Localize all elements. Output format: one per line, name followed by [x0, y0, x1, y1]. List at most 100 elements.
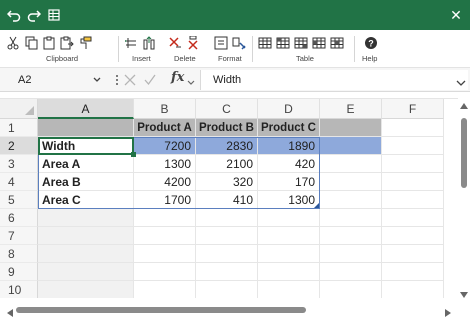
- cell-a4[interactable]: Area B: [38, 173, 134, 191]
- cell-b1[interactable]: Product A: [134, 119, 196, 137]
- paste-icon[interactable]: [42, 36, 56, 50]
- cell-f5[interactable]: [382, 191, 444, 209]
- cell-b9[interactable]: [134, 263, 196, 281]
- cut-icon[interactable]: [6, 36, 20, 50]
- cell-f9[interactable]: [382, 263, 444, 281]
- horizontal-scroll-thumb[interactable]: [16, 307, 306, 313]
- table-style-2-icon[interactable]: [276, 36, 290, 50]
- spreadsheet-grid[interactable]: A B C D E F 1 2 3 4 5 6 7 8 9 10 Product A Product B Produ…: [0, 98, 458, 298]
- table-style-3-icon[interactable]: [294, 36, 308, 50]
- table-style-5-icon[interactable]: [330, 36, 344, 50]
- cell-f3[interactable]: [382, 155, 444, 173]
- select-all-button[interactable]: [0, 99, 38, 119]
- cell-c1[interactable]: Product B: [196, 119, 258, 137]
- delete-rows-icon[interactable]: [168, 36, 182, 50]
- cell-d6[interactable]: [258, 209, 320, 227]
- cell-c3[interactable]: 2100: [196, 155, 258, 173]
- cell-c5[interactable]: 410: [196, 191, 258, 209]
- row-header-10[interactable]: 10: [0, 281, 38, 298]
- chevron-down-icon[interactable]: [187, 76, 195, 85]
- cell-c6[interactable]: [196, 209, 258, 227]
- cell-a8[interactable]: [38, 245, 134, 263]
- table-resize-handle[interactable]: [314, 203, 319, 208]
- cell-f10[interactable]: [382, 281, 444, 298]
- cell-d10[interactable]: [258, 281, 320, 298]
- insert-function-button[interactable]: fx: [171, 70, 184, 85]
- cell-d4[interactable]: 170: [258, 173, 320, 191]
- formula-input[interactable]: Width: [200, 70, 468, 90]
- cell-d7[interactable]: [258, 227, 320, 245]
- cell-b6[interactable]: [134, 209, 196, 227]
- insert-columns-icon[interactable]: [142, 36, 156, 50]
- cell-e2[interactable]: [320, 137, 382, 155]
- cell-c2[interactable]: 2830: [196, 137, 258, 155]
- cell-b2[interactable]: 7200: [134, 137, 196, 155]
- cell-d3[interactable]: 420: [258, 155, 320, 173]
- table-style-1-icon[interactable]: [258, 36, 272, 50]
- cell-c8[interactable]: [196, 245, 258, 263]
- cell-e5[interactable]: [320, 191, 382, 209]
- scroll-right-icon[interactable]: [444, 306, 452, 317]
- undo-icon[interactable]: [4, 5, 24, 25]
- cell-f2[interactable]: [382, 137, 444, 155]
- horizontal-scrollbar[interactable]: [0, 302, 470, 318]
- cell-c10[interactable]: [196, 281, 258, 298]
- vertical-scroll-thumb[interactable]: [461, 118, 467, 188]
- cell-a2[interactable]: Width: [38, 137, 134, 155]
- cell-c4[interactable]: 320: [196, 173, 258, 191]
- row-header-4[interactable]: 4: [0, 173, 38, 191]
- cell-d1[interactable]: Product C: [258, 119, 320, 137]
- copy-icon[interactable]: [24, 36, 38, 50]
- cell-c7[interactable]: [196, 227, 258, 245]
- cell-a1[interactable]: [38, 119, 134, 137]
- cell-e8[interactable]: [320, 245, 382, 263]
- row-header-8[interactable]: 8: [0, 245, 38, 263]
- cell-b5[interactable]: 1700: [134, 191, 196, 209]
- cell-b7[interactable]: [134, 227, 196, 245]
- cell-a3[interactable]: Area A: [38, 155, 134, 173]
- delete-columns-icon[interactable]: [186, 36, 200, 50]
- redo-icon[interactable]: [24, 5, 44, 25]
- cell-e6[interactable]: [320, 209, 382, 227]
- cell-f1[interactable]: [382, 119, 444, 137]
- expand-formula-icon[interactable]: [456, 76, 466, 86]
- cell-e9[interactable]: [320, 263, 382, 281]
- cell-b3[interactable]: 1300: [134, 155, 196, 173]
- more-options-icon[interactable]: [114, 73, 120, 87]
- column-header-d[interactable]: D: [258, 99, 320, 119]
- cell-e1[interactable]: [320, 119, 382, 137]
- insert-rows-icon[interactable]: [124, 36, 138, 50]
- cell-a10[interactable]: [38, 281, 134, 298]
- clear-format-icon[interactable]: [232, 36, 246, 50]
- cell-e4[interactable]: [320, 173, 382, 191]
- format-painter-icon[interactable]: [78, 36, 92, 50]
- cell-d9[interactable]: [258, 263, 320, 281]
- column-header-a[interactable]: A: [38, 99, 134, 119]
- cell-a7[interactable]: [38, 227, 134, 245]
- table-style-4-icon[interactable]: [312, 36, 326, 50]
- vertical-scrollbar[interactable]: [458, 98, 470, 298]
- cell-a6[interactable]: [38, 209, 134, 227]
- close-button[interactable]: ✕: [446, 5, 466, 25]
- column-header-b[interactable]: B: [134, 99, 196, 119]
- column-header-c[interactable]: C: [196, 99, 258, 119]
- scroll-up-icon[interactable]: [460, 99, 468, 109]
- scroll-down-icon[interactable]: [460, 288, 468, 298]
- cell-e3[interactable]: [320, 155, 382, 173]
- chevron-down-icon[interactable]: [92, 74, 102, 84]
- cell-d2[interactable]: 1890: [258, 137, 320, 155]
- cell-d8[interactable]: [258, 245, 320, 263]
- cell-b10[interactable]: [134, 281, 196, 298]
- cell-a5[interactable]: Area C: [38, 191, 134, 209]
- row-header-1[interactable]: 1: [0, 119, 38, 137]
- cancel-icon[interactable]: [124, 74, 136, 86]
- cell-f6[interactable]: [382, 209, 444, 227]
- scroll-left-icon[interactable]: [6, 306, 14, 317]
- row-header-9[interactable]: 9: [0, 263, 38, 281]
- format-cells-icon[interactable]: [214, 36, 228, 50]
- fill-handle[interactable]: [131, 152, 136, 157]
- row-header-3[interactable]: 3: [0, 155, 38, 173]
- cell-d5[interactable]: 1300: [258, 191, 320, 209]
- cell-f8[interactable]: [382, 245, 444, 263]
- cell-b4[interactable]: 4200: [134, 173, 196, 191]
